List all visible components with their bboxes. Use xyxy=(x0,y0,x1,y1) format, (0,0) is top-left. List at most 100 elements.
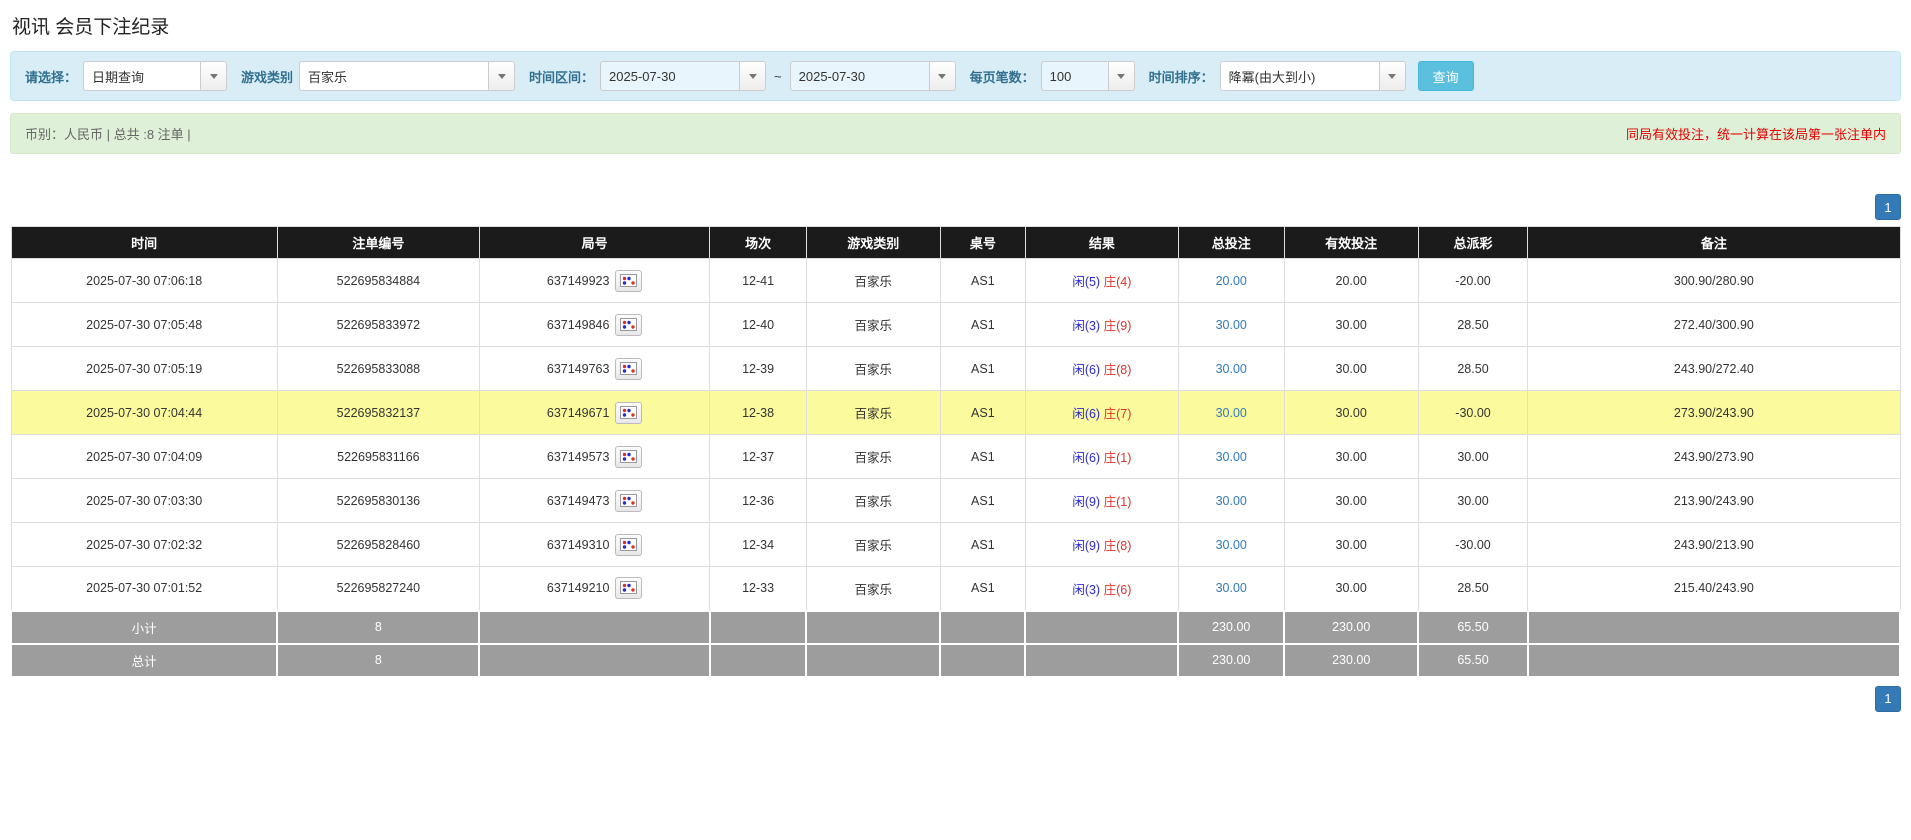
query-type-select[interactable] xyxy=(83,61,227,91)
cell-bet-id: 522695830136 xyxy=(277,479,479,523)
cell-table-no: AS1 xyxy=(940,435,1025,479)
page-size-select[interactable] xyxy=(1041,61,1135,91)
table-row[interactable]: 2025-07-30 07:03:30522695830136637149473… xyxy=(11,479,1900,523)
cell-payout: 28.50 xyxy=(1418,347,1528,391)
cell-valid-bet: 30.00 xyxy=(1284,567,1418,611)
total-bet-link[interactable]: 30.00 xyxy=(1216,538,1247,552)
roadmap-icon xyxy=(620,274,637,287)
round-number: 637149763 xyxy=(547,362,610,376)
roadmap-button[interactable] xyxy=(615,358,642,380)
page-size-input[interactable] xyxy=(1041,61,1109,91)
cell-time: 2025-07-30 07:02:32 xyxy=(11,523,277,567)
cell-result: 闲(6) 庄(8) xyxy=(1025,347,1178,391)
chevron-down-icon xyxy=(938,74,946,79)
cell-table-no: AS1 xyxy=(940,391,1025,435)
cell-time: 2025-07-30 07:01:52 xyxy=(11,567,277,611)
cell-game-type: 百家乐 xyxy=(806,567,940,611)
cell-result: 闲(3) 庄(6) xyxy=(1025,567,1178,611)
header-table-no: 桌号 xyxy=(940,227,1025,259)
cell-remark: 243.90/272.40 xyxy=(1528,347,1900,391)
total-bet-link[interactable]: 20.00 xyxy=(1216,274,1247,288)
date-to-caret-button[interactable] xyxy=(930,61,956,91)
query-type-caret-button[interactable] xyxy=(201,61,227,91)
cell-payout: -30.00 xyxy=(1418,391,1528,435)
page-1-button[interactable]: 1 xyxy=(1875,194,1901,220)
table-row[interactable]: 2025-07-30 07:05:19522695833088637149763… xyxy=(11,347,1900,391)
query-type-input[interactable] xyxy=(83,61,201,91)
date-to-input[interactable] xyxy=(790,61,930,91)
cell-bet-id: 522695832137 xyxy=(277,391,479,435)
sort-caret-button[interactable] xyxy=(1380,61,1406,91)
cell-round: 637149763 xyxy=(479,347,709,391)
header-total-bet: 总投注 xyxy=(1178,227,1284,259)
roadmap-icon xyxy=(620,318,637,331)
sort-select[interactable] xyxy=(1220,61,1406,91)
total-bet-link[interactable]: 30.00 xyxy=(1216,362,1247,376)
cell-table-no: AS1 xyxy=(940,523,1025,567)
table-row[interactable]: 2025-07-30 07:06:18522695834884637149923… xyxy=(11,259,1900,303)
cell-total-bet: 30.00 xyxy=(1178,303,1284,347)
cell-session: 12-34 xyxy=(710,523,806,567)
sort-input[interactable] xyxy=(1220,61,1380,91)
result-player: 闲(6) xyxy=(1072,451,1100,465)
page-1-button[interactable]: 1 xyxy=(1875,686,1901,712)
cell-time: 2025-07-30 07:06:18 xyxy=(11,259,277,303)
table-body: 2025-07-30 07:06:18522695834884637149923… xyxy=(11,259,1900,611)
cell-remark: 300.90/280.90 xyxy=(1528,259,1900,303)
date-from-select[interactable] xyxy=(600,61,766,91)
cell-result: 闲(9) 庄(8) xyxy=(1025,523,1178,567)
cell-game-type: 百家乐 xyxy=(806,347,940,391)
page-size-caret-button[interactable] xyxy=(1109,61,1135,91)
cell-game-type: 百家乐 xyxy=(806,259,940,303)
table-row[interactable]: 2025-07-30 07:02:32522695828460637149310… xyxy=(11,523,1900,567)
total-bet-link[interactable]: 30.00 xyxy=(1216,494,1247,508)
cell-payout: -20.00 xyxy=(1418,259,1528,303)
bet-records-table: 时间 注单编号 局号 场次 游戏类别 桌号 结果 总投注 有效投注 总派彩 备注… xyxy=(10,226,1901,678)
total-bet-link[interactable]: 30.00 xyxy=(1216,581,1247,595)
cell-session: 12-33 xyxy=(710,567,806,611)
table-row[interactable]: 2025-07-30 07:04:44522695832137637149671… xyxy=(11,391,1900,435)
summary-bar: 币别：人民币 | 总共 :8 注单 | 同局有效投注，统一计算在该局第一张注单内 xyxy=(10,113,1901,154)
table-row[interactable]: 2025-07-30 07:04:09522695831166637149573… xyxy=(11,435,1900,479)
game-type-caret-button[interactable] xyxy=(489,61,515,91)
header-game-type: 游戏类别 xyxy=(806,227,940,259)
roadmap-button[interactable] xyxy=(615,314,642,336)
roadmap-button[interactable] xyxy=(615,446,642,468)
cell-round: 637149473 xyxy=(479,479,709,523)
total-bet-link[interactable]: 30.00 xyxy=(1216,318,1247,332)
date-from-input[interactable] xyxy=(600,61,740,91)
cell-total-bet: 30.00 xyxy=(1178,347,1284,391)
cell-table-no: AS1 xyxy=(940,567,1025,611)
cell-time: 2025-07-30 07:05:19 xyxy=(11,347,277,391)
total-bet-link[interactable]: 30.00 xyxy=(1216,406,1247,420)
result-player: 闲(3) xyxy=(1072,319,1100,333)
result-player: 闲(3) xyxy=(1072,583,1100,597)
roadmap-icon xyxy=(620,581,637,594)
roadmap-icon xyxy=(620,450,637,463)
roadmap-button[interactable] xyxy=(615,577,642,599)
roadmap-button[interactable] xyxy=(615,490,642,512)
cell-game-type: 百家乐 xyxy=(806,435,940,479)
result-banker: 庄(1) xyxy=(1104,495,1132,509)
roadmap-button[interactable] xyxy=(615,534,642,556)
cell-result: 闲(5) 庄(4) xyxy=(1025,259,1178,303)
cell-result: 闲(6) 庄(7) xyxy=(1025,391,1178,435)
date-to-select[interactable] xyxy=(790,61,956,91)
search-button[interactable]: 查询 xyxy=(1418,61,1474,91)
cell-payout: 30.00 xyxy=(1418,479,1528,523)
date-from-caret-button[interactable] xyxy=(740,61,766,91)
cell-remark: 243.90/273.90 xyxy=(1528,435,1900,479)
table-header-row: 时间 注单编号 局号 场次 游戏类别 桌号 结果 总投注 有效投注 总派彩 备注 xyxy=(11,227,1900,259)
subtotal-count: 8 xyxy=(277,611,479,644)
roadmap-button[interactable] xyxy=(615,270,642,292)
game-type-select[interactable] xyxy=(299,61,515,91)
roadmap-button[interactable] xyxy=(615,402,642,424)
game-type-input[interactable] xyxy=(299,61,489,91)
result-text: 闲(6) 庄(7) xyxy=(1072,407,1131,421)
table-row[interactable]: 2025-07-30 07:05:48522695833972637149846… xyxy=(11,303,1900,347)
subtotal-valid-bet: 230.00 xyxy=(1284,611,1418,644)
table-row[interactable]: 2025-07-30 07:01:52522695827240637149210… xyxy=(11,567,1900,611)
total-bet-link[interactable]: 30.00 xyxy=(1216,450,1247,464)
cell-result: 闲(6) 庄(1) xyxy=(1025,435,1178,479)
chevron-down-icon xyxy=(1117,74,1125,79)
